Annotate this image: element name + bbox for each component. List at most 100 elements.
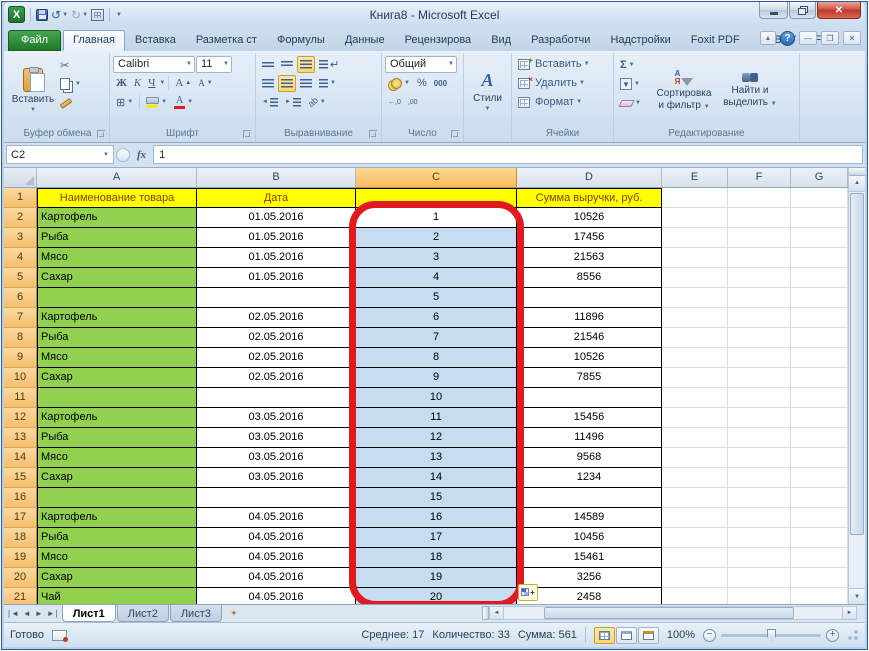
row-header-4[interactable]: 4 [4, 248, 37, 268]
row-header-12[interactable]: 12 [4, 408, 37, 428]
cell-E8[interactable] [662, 328, 728, 348]
cell-A19[interactable]: Мясо [37, 548, 197, 568]
cell-D2[interactable]: 10526 [517, 208, 662, 228]
scroll-up-arrow[interactable]: ▲ [849, 176, 865, 192]
wrap-text-button[interactable]: ↵ [316, 56, 342, 73]
cell-G18[interactable] [791, 528, 848, 548]
cell-B18[interactable]: 04.05.2016 [197, 528, 356, 548]
decrease-indent-button[interactable]: ◄ [259, 94, 281, 111]
cell-E14[interactable] [662, 448, 728, 468]
column-header-F[interactable]: F [728, 168, 791, 188]
align-top-button[interactable] [259, 56, 277, 73]
cell-D20[interactable]: 3256 [517, 568, 662, 588]
cell-C12[interactable]: 11 [356, 408, 517, 428]
vertical-split-handle[interactable] [849, 168, 865, 176]
cell-F21[interactable] [728, 588, 791, 605]
italic-button[interactable]: К [131, 75, 144, 92]
zoom-slider-thumb[interactable] [767, 629, 776, 641]
cell-E6[interactable] [662, 288, 728, 308]
cell-D11[interactable] [517, 388, 662, 408]
cell-E13[interactable] [662, 428, 728, 448]
cell-D1[interactable]: Сумма выручки, руб. [517, 188, 662, 208]
cell-G17[interactable] [791, 508, 848, 528]
cell-E20[interactable] [662, 568, 728, 588]
ribbon-tab-Главная[interactable]: Главная [63, 30, 125, 51]
horizontal-scroll-thumb[interactable] [544, 607, 794, 619]
cell-C14[interactable]: 13 [356, 448, 517, 468]
row-header-19[interactable]: 19 [4, 548, 37, 568]
align-bottom-button[interactable] [297, 56, 315, 73]
bold-button[interactable]: Ж [113, 75, 130, 92]
cell-C16[interactable]: 15 [356, 488, 517, 508]
normal-view-button[interactable] [594, 627, 615, 644]
cell-E17[interactable] [662, 508, 728, 528]
cell-G12[interactable] [791, 408, 848, 428]
cell-E21[interactable] [662, 588, 728, 605]
ribbon-tab-Вставка[interactable]: Вставка [125, 30, 186, 51]
cell-C6[interactable]: 5 [356, 288, 517, 308]
cell-A4[interactable]: Мясо [37, 248, 197, 268]
cell-F9[interactable] [728, 348, 791, 368]
cell-D8[interactable]: 21546 [517, 328, 662, 348]
cell-G11[interactable] [791, 388, 848, 408]
row-header-1[interactable]: 1 [4, 188, 37, 208]
horizontal-scroll-track[interactable] [504, 606, 842, 620]
scroll-right-arrow[interactable]: ► [842, 606, 857, 620]
row-header-18[interactable]: 18 [4, 528, 37, 548]
cell-A6[interactable] [37, 288, 197, 308]
cell-A2[interactable]: Картофель [37, 208, 197, 228]
cell-A18[interactable]: Рыба [37, 528, 197, 548]
cell-A1[interactable]: Наименование товара [37, 188, 197, 208]
cell-D12[interactable]: 15456 [517, 408, 662, 428]
cell-G8[interactable] [791, 328, 848, 348]
ribbon-tab-Формулы[interactable]: Формулы [267, 30, 335, 51]
row-header-14[interactable]: 14 [4, 448, 37, 468]
clear-button[interactable]: ▼ [617, 95, 651, 112]
cell-E12[interactable] [662, 408, 728, 428]
align-middle-button[interactable] [278, 56, 296, 73]
prev-sheet-button[interactable]: ◄ [23, 609, 31, 618]
cell-F1[interactable] [728, 188, 791, 208]
cell-A15[interactable]: Сахар [37, 468, 197, 488]
cell-D10[interactable]: 7855 [517, 368, 662, 388]
workbook-minimize-button[interactable]: — [799, 31, 817, 45]
number-format-combo[interactable]: Общий▼ [385, 56, 457, 73]
font-size-combo[interactable]: 11▼ [196, 56, 232, 73]
cell-E19[interactable] [662, 548, 728, 568]
column-header-C[interactable]: C [356, 168, 517, 188]
cell-G15[interactable] [791, 468, 848, 488]
font-name-combo[interactable]: Calibri▼ [113, 56, 195, 73]
cell-A12[interactable]: Картофель [37, 408, 197, 428]
cell-E4[interactable] [662, 248, 728, 268]
row-header-5[interactable]: 5 [4, 268, 37, 288]
cell-E5[interactable] [662, 268, 728, 288]
row-header-3[interactable]: 3 [4, 228, 37, 248]
last-sheet-button[interactable]: ►∣ [47, 609, 59, 618]
cell-B14[interactable]: 03.05.2016 [197, 448, 356, 468]
cell-F13[interactable] [728, 428, 791, 448]
cell-G6[interactable] [791, 288, 848, 308]
cell-C4[interactable]: 3 [356, 248, 517, 268]
dialog-launcher-icon[interactable] [97, 130, 105, 138]
autosum-button[interactable]: Σ▼ [617, 57, 651, 74]
cell-G16[interactable] [791, 488, 848, 508]
row-header-9[interactable]: 9 [4, 348, 37, 368]
cell-B15[interactable]: 03.05.2016 [197, 468, 356, 488]
cell-F4[interactable] [728, 248, 791, 268]
row-header-2[interactable]: 2 [4, 208, 37, 228]
select-all-corner[interactable] [4, 168, 37, 188]
cell-B11[interactable] [197, 388, 356, 408]
cell-C20[interactable]: 19 [356, 568, 517, 588]
zoom-out-button[interactable]: − [703, 629, 716, 642]
column-header-D[interactable]: D [517, 168, 662, 188]
macro-record-icon[interactable] [52, 630, 67, 641]
cell-F3[interactable] [728, 228, 791, 248]
insert-function-button[interactable]: fx [132, 149, 151, 161]
ribbon-tab-Foxit PDF[interactable]: Foxit PDF [681, 30, 750, 51]
cell-B2[interactable]: 01.05.2016 [197, 208, 356, 228]
cell-B7[interactable]: 02.05.2016 [197, 308, 356, 328]
cell-D18[interactable]: 10456 [517, 528, 662, 548]
workbook-close-button[interactable]: ✕ [843, 31, 861, 45]
find-select-button[interactable]: Найти и выделить ▼ [717, 55, 783, 127]
column-header-A[interactable]: A [37, 168, 197, 188]
